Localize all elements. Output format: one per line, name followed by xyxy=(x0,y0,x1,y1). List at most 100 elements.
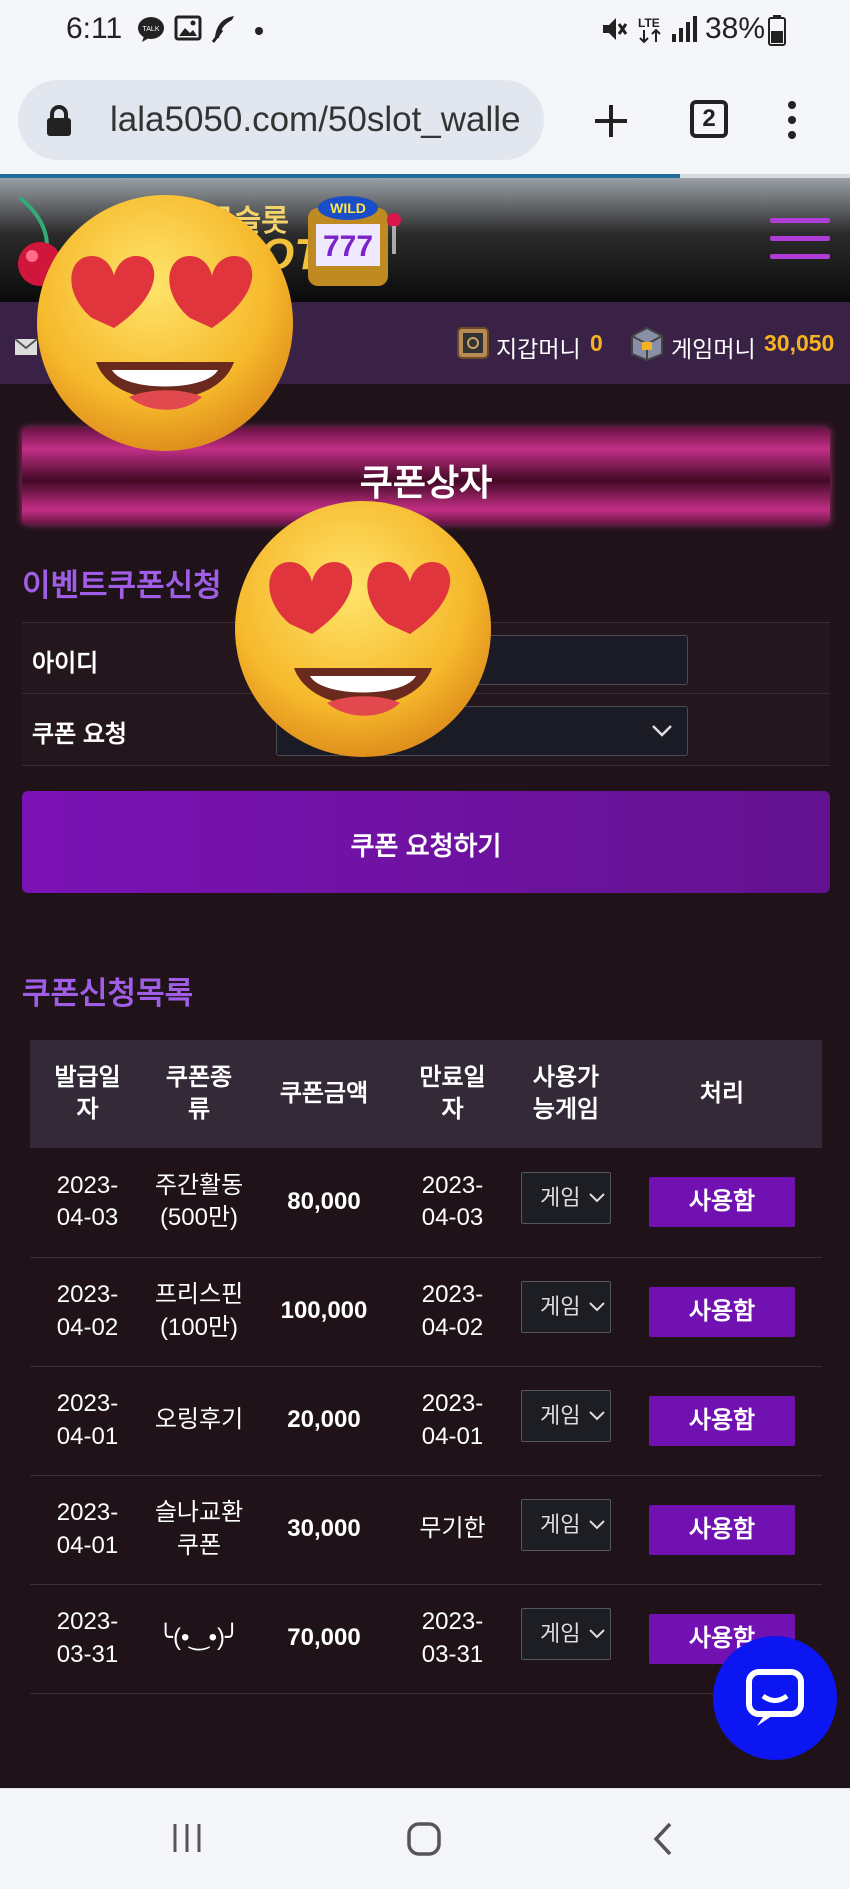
url-text: lala5050.com/50slot_walle xyxy=(110,100,521,139)
back-icon[interactable] xyxy=(648,1821,678,1857)
address-bar[interactable]: lala5050.com/50slot_walle xyxy=(18,80,544,160)
recent-apps-icon[interactable] xyxy=(170,1821,204,1855)
heart-eyes-emoji-icon xyxy=(235,501,491,757)
use-button[interactable]: 사용함 xyxy=(649,1504,795,1555)
system-navigation-bar xyxy=(0,1788,850,1889)
game-select[interactable]: 게임 xyxy=(521,1607,611,1660)
game-money-value: 30,050 xyxy=(764,330,835,356)
event-coupon-title: 이벤트쿠폰신청 xyxy=(22,568,222,603)
coupon-type: 주간활동 (500만) xyxy=(145,1148,253,1258)
new-tab-icon[interactable] xyxy=(592,102,630,140)
chevron-down-icon xyxy=(589,1629,605,1639)
issued-date: 2023- 04-03 xyxy=(30,1148,145,1258)
col-action: 처리 xyxy=(622,1040,822,1148)
issued-date: 2023- 04-02 xyxy=(30,1257,145,1367)
coupon-type: 슬나교환 쿠폰 xyxy=(145,1475,253,1585)
game-select[interactable]: 게임 xyxy=(521,1498,611,1551)
coupon-type: 오링후기 xyxy=(145,1366,253,1476)
game-select-cell: 게임 xyxy=(510,1366,622,1476)
table-row: 2023- 04-01 오링후기 20,000 2023- 04-01 게임 사… xyxy=(30,1366,822,1476)
table-row: 2023- 04-03 주간활동 (500만) 80,000 2023- 04-… xyxy=(30,1148,822,1258)
issued-date: 2023- 03-31 xyxy=(30,1584,145,1694)
game-select-value: 게임 xyxy=(540,1620,581,1646)
chevron-down-icon xyxy=(589,1192,605,1202)
logo-reels: 777 xyxy=(323,230,373,263)
table-row: 2023- 04-01 슬나교환 쿠폰 30,000 무기한 게임 사용함 xyxy=(30,1475,822,1585)
tabs-icon[interactable]: 2 xyxy=(690,100,728,138)
coupon-type: 프리스핀 (100만) xyxy=(145,1257,253,1367)
action-cell: 사용함 xyxy=(622,1366,822,1476)
coupon-amount: 100,000 xyxy=(253,1257,395,1367)
dot-icon xyxy=(255,27,263,35)
table-header-row: 발급일 자 쿠폰종 류 쿠폰금액 만료일 자 사용가 능게임 처리 xyxy=(30,1040,822,1148)
game-select-value: 게임 xyxy=(540,1402,581,1428)
expiry-date: 2023- 04-03 xyxy=(395,1148,510,1258)
coupon-amount: 70,000 xyxy=(253,1584,395,1694)
signal-icon xyxy=(672,16,697,42)
game-select-cell: 게임 xyxy=(510,1584,622,1694)
action-cell: 사용함 xyxy=(622,1257,822,1367)
wallet-money-label: 지갑머니 xyxy=(496,336,581,362)
col-label: 처리 xyxy=(699,1079,745,1107)
table-row: 2023- 04-02 프리스핀 (100만) 100,000 2023- 04… xyxy=(30,1257,822,1367)
col-issued-date: 발급일 자 xyxy=(30,1040,145,1148)
wallet-safe-icon xyxy=(457,327,489,359)
chat-bubble-icon xyxy=(746,1669,804,1726)
col-label: 발급일 자 xyxy=(54,1063,121,1123)
feather-icon xyxy=(211,16,234,43)
tab-count: 2 xyxy=(702,105,716,132)
game-select[interactable]: 게임 xyxy=(521,1389,611,1442)
coupon-type: ╰(•‿•)╯ xyxy=(145,1584,253,1694)
lock-icon xyxy=(47,105,71,136)
col-expiry-date: 만료일 자 xyxy=(395,1040,510,1148)
live-chat-button[interactable] xyxy=(713,1636,837,1760)
coupon-amount: 80,000 xyxy=(253,1148,395,1258)
lte-icon: LTE xyxy=(638,16,661,44)
cell-text: 2023- 04-03 xyxy=(421,1171,484,1232)
chevron-down-icon xyxy=(589,1302,605,1312)
use-button[interactable]: 사용함 xyxy=(649,1177,795,1228)
svg-text:TALK: TALK xyxy=(143,26,160,33)
cell-text: 슬나교환 쿠폰 xyxy=(154,1499,244,1559)
game-select-value: 게임 xyxy=(540,1184,581,1210)
cell-text: 2023- 03-31 xyxy=(421,1608,484,1668)
col-coupon-amount: 쿠폰금액 xyxy=(253,1040,395,1148)
chevron-down-icon xyxy=(652,725,672,737)
cell-text: 2023- 03-31 xyxy=(56,1608,119,1668)
cell-text: 오링후기 xyxy=(154,1406,244,1434)
hamburger-menu-icon[interactable] xyxy=(770,218,830,260)
expiry-date: 2023- 03-31 xyxy=(395,1584,510,1694)
home-icon[interactable] xyxy=(406,1821,442,1857)
game-select-cell: 게임 xyxy=(510,1148,622,1258)
coupon-request-button[interactable]: 쿠폰 요청하기 xyxy=(22,791,830,893)
coupon-request-button-label: 쿠폰 요청하기 xyxy=(350,831,502,861)
game-select-cell: 게임 xyxy=(510,1475,622,1585)
use-button[interactable]: 사용함 xyxy=(649,1395,795,1446)
game-select-value: 게임 xyxy=(540,1293,581,1319)
game-select[interactable]: 게임 xyxy=(521,1280,611,1333)
cell-text: 2023- 04-02 xyxy=(421,1281,484,1341)
game-select[interactable]: 게임 xyxy=(521,1171,611,1224)
status-bar: 6:11 TALK LTE 38% xyxy=(0,0,850,62)
slot-machine-icon: WILD 777 xyxy=(308,196,401,286)
coupon-amount: 30,000 xyxy=(253,1475,395,1585)
issued-date: 2023- 04-01 xyxy=(30,1475,145,1585)
cell-text: 2023- 04-01 xyxy=(56,1499,119,1559)
cell-text: 2023- 04-01 xyxy=(56,1390,119,1450)
use-button[interactable]: 사용함 xyxy=(649,1286,795,1337)
status-time: 6:11 xyxy=(66,12,123,45)
table-row: 2023- 03-31 ╰(•‿•)╯ 70,000 2023- 03-31 게… xyxy=(30,1584,822,1694)
col-label: 만료일 자 xyxy=(419,1063,486,1123)
coupon-list-title: 쿠폰신청목록 xyxy=(22,976,194,1011)
cell-text: 2023- 04-03 xyxy=(56,1171,119,1232)
cell-text: 프리스핀 (100만) xyxy=(154,1281,244,1341)
battery-percent: 38% xyxy=(705,12,766,45)
menu-dots-icon[interactable] xyxy=(782,100,802,140)
coupon-amount: 20,000 xyxy=(253,1366,395,1476)
game-select-cell: 게임 xyxy=(510,1257,622,1367)
cell-text: 무기한 xyxy=(419,1515,486,1543)
chevron-down-icon xyxy=(589,1411,605,1421)
battery-icon xyxy=(768,15,786,46)
chevron-down-icon xyxy=(589,1520,605,1530)
heart-eyes-emoji-icon xyxy=(37,195,293,451)
